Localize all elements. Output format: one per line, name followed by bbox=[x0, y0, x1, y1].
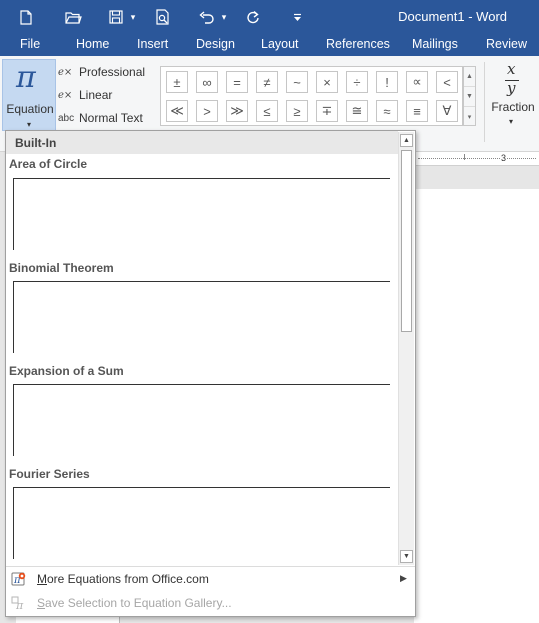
save-icon[interactable] bbox=[106, 0, 126, 34]
save-selection-menu-item[interactable]: π Save Selection to Equation Gallery... bbox=[6, 592, 415, 616]
linear-format-icon: e× bbox=[58, 89, 73, 101]
pi-icon: π bbox=[16, 60, 36, 95]
gallery-scroll-down-icon[interactable]: ▼ bbox=[464, 87, 475, 107]
linear-label: Linear bbox=[79, 88, 113, 102]
ribbon-divider bbox=[484, 62, 485, 142]
symbol-tilde[interactable]: ~ bbox=[286, 71, 308, 93]
print-preview-icon[interactable] bbox=[152, 0, 174, 34]
symbol-infinity[interactable]: ∞ bbox=[196, 71, 218, 93]
submenu-arrow-icon: ▶ bbox=[400, 573, 407, 583]
normal-text-button[interactable]: abc Normal Text bbox=[58, 108, 143, 128]
more-equations-label: More Equations from Office.com bbox=[37, 572, 209, 586]
ribbon-tabs: File Home Insert Design Layout Reference… bbox=[0, 34, 539, 56]
tab-design[interactable]: Design bbox=[196, 37, 235, 51]
tab-layout[interactable]: Layout bbox=[261, 37, 299, 51]
tab-insert[interactable]: Insert bbox=[137, 37, 168, 51]
symbol-much-greater[interactable]: ≫ bbox=[226, 100, 248, 122]
chevron-down-icon: ▾ bbox=[27, 120, 32, 129]
fraction-label: Fraction bbox=[491, 100, 535, 114]
normal-text-label: Normal Text bbox=[79, 111, 143, 125]
page-gap bbox=[414, 166, 539, 189]
new-document-icon[interactable] bbox=[16, 0, 36, 34]
gallery-scroll-up-icon[interactable]: ▲ bbox=[464, 67, 475, 87]
symbol-times[interactable]: × bbox=[316, 71, 338, 93]
undo-icon[interactable] bbox=[196, 0, 216, 34]
tab-review[interactable]: Review bbox=[486, 37, 527, 51]
ruler-number: 3 bbox=[500, 153, 508, 163]
symbol-much-less[interactable]: ≪ bbox=[166, 100, 188, 122]
undo-dropdown-icon[interactable]: ▾ bbox=[218, 0, 230, 34]
tab-references[interactable]: References bbox=[326, 37, 390, 51]
fraction-numerator-icon: x bbox=[507, 60, 516, 78]
equation-preview-fourier-series[interactable] bbox=[13, 487, 390, 559]
professional-label: Professional bbox=[79, 65, 146, 79]
window-title: Document1 - Word bbox=[398, 9, 507, 24]
symbol-greater-equal[interactable]: ≥ bbox=[286, 100, 308, 122]
symbol-less-equal[interactable]: ≤ bbox=[256, 100, 278, 122]
ruler-tick bbox=[464, 154, 465, 160]
equation-button[interactable]: π Equation ▾ bbox=[2, 59, 56, 131]
symbol-minus-plus[interactable]: ∓ bbox=[316, 100, 338, 122]
scroll-up-icon[interactable]: ▲ bbox=[400, 134, 413, 147]
office-equation-icon: π bbox=[11, 571, 27, 587]
menu-divider bbox=[6, 566, 415, 567]
save-equation-icon: π bbox=[11, 595, 27, 612]
section-expansion-of-sum: Expansion of a Sum bbox=[9, 364, 124, 378]
save-selection-label: Save Selection to Equation Gallery... bbox=[37, 596, 232, 610]
section-fourier-series: Fourier Series bbox=[9, 467, 90, 481]
scroll-thumb[interactable] bbox=[401, 150, 412, 332]
save-dropdown-icon[interactable]: ▾ bbox=[127, 0, 139, 34]
horizontal-ruler[interactable]: 3 bbox=[414, 152, 539, 166]
open-folder-icon[interactable] bbox=[62, 0, 84, 34]
symbol-less-than[interactable]: < bbox=[436, 71, 458, 93]
more-equations-menu-item[interactable]: π More Equations from Office.com ▶ bbox=[6, 568, 415, 592]
tab-mailings[interactable]: Mailings bbox=[412, 37, 458, 51]
section-area-of-circle: Area of Circle bbox=[9, 157, 88, 171]
scroll-down-icon[interactable]: ▼ bbox=[400, 550, 413, 563]
symbol-identical[interactable]: ≡ bbox=[406, 100, 428, 122]
equation-preview-area-of-circle[interactable] bbox=[13, 178, 390, 250]
tab-file[interactable]: File bbox=[20, 37, 40, 51]
symbol-gallery: ± ∞ = ≠ ~ × ÷ ! ∝ < ≪ > ≫ ≤ ≥ ∓ ≅ ≈ ≡ ∀ bbox=[160, 66, 463, 126]
symbol-congruent[interactable]: ≅ bbox=[346, 100, 368, 122]
gallery-header: Built-In bbox=[6, 131, 398, 154]
tab-home[interactable]: Home bbox=[76, 37, 109, 51]
symbol-factorial[interactable]: ! bbox=[376, 71, 398, 93]
fraction-denominator-icon: y bbox=[507, 79, 516, 97]
symbol-for-all[interactable]: ∀ bbox=[436, 100, 458, 122]
ruler-dots bbox=[418, 158, 536, 159]
symbol-gallery-scroll: ▲ ▼ ▾ bbox=[463, 66, 476, 126]
chevron-down-icon: ▾ bbox=[509, 117, 514, 126]
professional-format-icon: e× bbox=[58, 66, 73, 78]
svg-text:π: π bbox=[15, 599, 24, 611]
abc-icon: abc bbox=[58, 112, 75, 124]
linear-button[interactable]: e× Linear bbox=[58, 85, 112, 105]
symbol-plus-minus[interactable]: ± bbox=[166, 71, 188, 93]
section-binomial-theorem: Binomial Theorem bbox=[9, 261, 114, 275]
symbol-not-equal[interactable]: ≠ bbox=[256, 71, 278, 93]
title-bar: ▾ ▾ Document1 - Word bbox=[0, 0, 539, 34]
equation-preview-binomial-theorem[interactable] bbox=[13, 281, 390, 353]
equation-gallery-dropdown: Built-In ▲ ▼ Area of Circle Binomial The… bbox=[5, 130, 416, 617]
symbol-divide[interactable]: ÷ bbox=[346, 71, 368, 93]
redo-icon[interactable] bbox=[243, 0, 263, 34]
equation-label: Equation bbox=[6, 102, 54, 116]
professional-button[interactable]: e× Professional bbox=[58, 62, 145, 82]
symbol-approx[interactable]: ≈ bbox=[376, 100, 398, 122]
symbol-equals[interactable]: = bbox=[226, 71, 248, 93]
gallery-more-icon[interactable]: ▾ bbox=[464, 107, 475, 127]
customize-toolbar-icon[interactable] bbox=[290, 0, 304, 34]
gallery-scrollbar[interactable]: ▲ ▼ bbox=[398, 132, 414, 565]
word-window: ▾ ▾ Document1 - Word File Home Insert De… bbox=[0, 0, 539, 623]
fraction-button[interactable]: x y Fraction ▾ bbox=[490, 60, 536, 132]
document-page[interactable] bbox=[414, 189, 539, 623]
equation-preview-expansion-of-sum[interactable] bbox=[13, 384, 390, 456]
symbol-greater-than[interactable]: > bbox=[196, 100, 218, 122]
symbol-proportional[interactable]: ∝ bbox=[406, 71, 428, 93]
